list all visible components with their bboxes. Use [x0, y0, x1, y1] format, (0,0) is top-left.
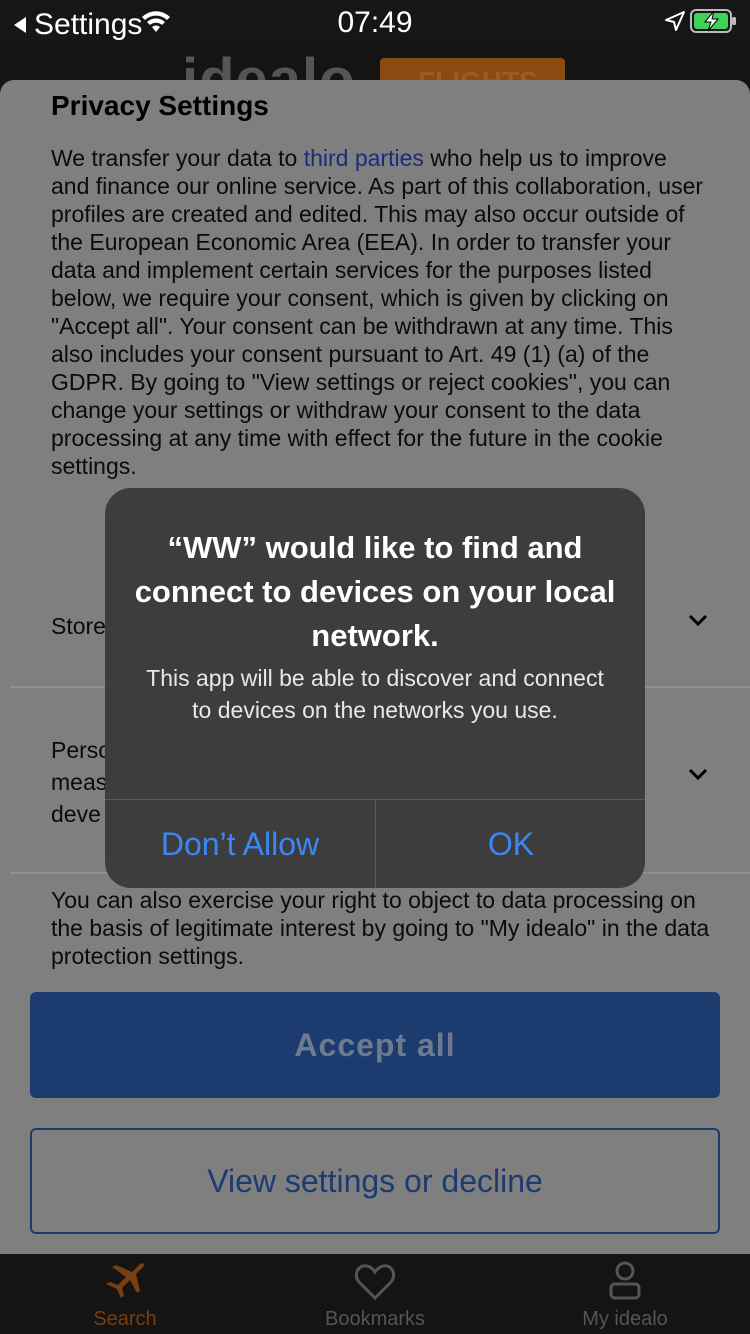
tab-bookmarks[interactable]: Bookmarks: [250, 1254, 500, 1334]
battery-charging-icon: [690, 9, 736, 33]
view-settings-button[interactable]: View settings or decline: [30, 1128, 720, 1234]
location-icon: [665, 11, 685, 31]
alert-title: “WW” would like to find and connect to d…: [134, 530, 616, 653]
third-parties-link[interactable]: third parties: [304, 145, 424, 171]
privacy-title: Privacy Settings: [51, 90, 269, 121]
personalisation-section-label[interactable]: Perso meas deve: [51, 734, 111, 830]
person-icon: [609, 1261, 641, 1300]
airplane-icon: [106, 1263, 145, 1298]
chevron-down-icon[interactable]: [686, 608, 710, 632]
privacy-body: We transfer your data to third parties w…: [51, 144, 711, 480]
tab-label: My idealo: [582, 1308, 668, 1330]
privacy-body-intro: We transfer your data to: [51, 145, 304, 171]
tab-label: Search: [93, 1308, 157, 1330]
status-bar: Settings 07:49: [0, 0, 750, 41]
store-section-label[interactable]: Store: [51, 610, 106, 642]
alert-message: This app will be able to discover and co…: [146, 665, 604, 723]
ok-button[interactable]: OK: [376, 800, 645, 888]
tab-search[interactable]: Search: [0, 1254, 250, 1334]
privacy-footer-text: You can also exercise your right to obje…: [51, 887, 710, 969]
tab-label: Bookmarks: [324, 1308, 426, 1330]
clock: 07:49: [337, 6, 413, 39]
accept-all-button[interactable]: Accept all: [30, 992, 720, 1098]
dont-allow-button[interactable]: Don’t Allow: [105, 800, 375, 888]
privacy-body-rest: who help us to improve and finance our o…: [51, 145, 704, 479]
chevron-down-icon[interactable]: [686, 762, 710, 786]
tab-my-idealo[interactable]: My idealo: [500, 1254, 750, 1334]
heart-icon: [354, 1264, 396, 1301]
local-network-permission-alert: “WW” would like to find and connect to d…: [105, 488, 645, 888]
